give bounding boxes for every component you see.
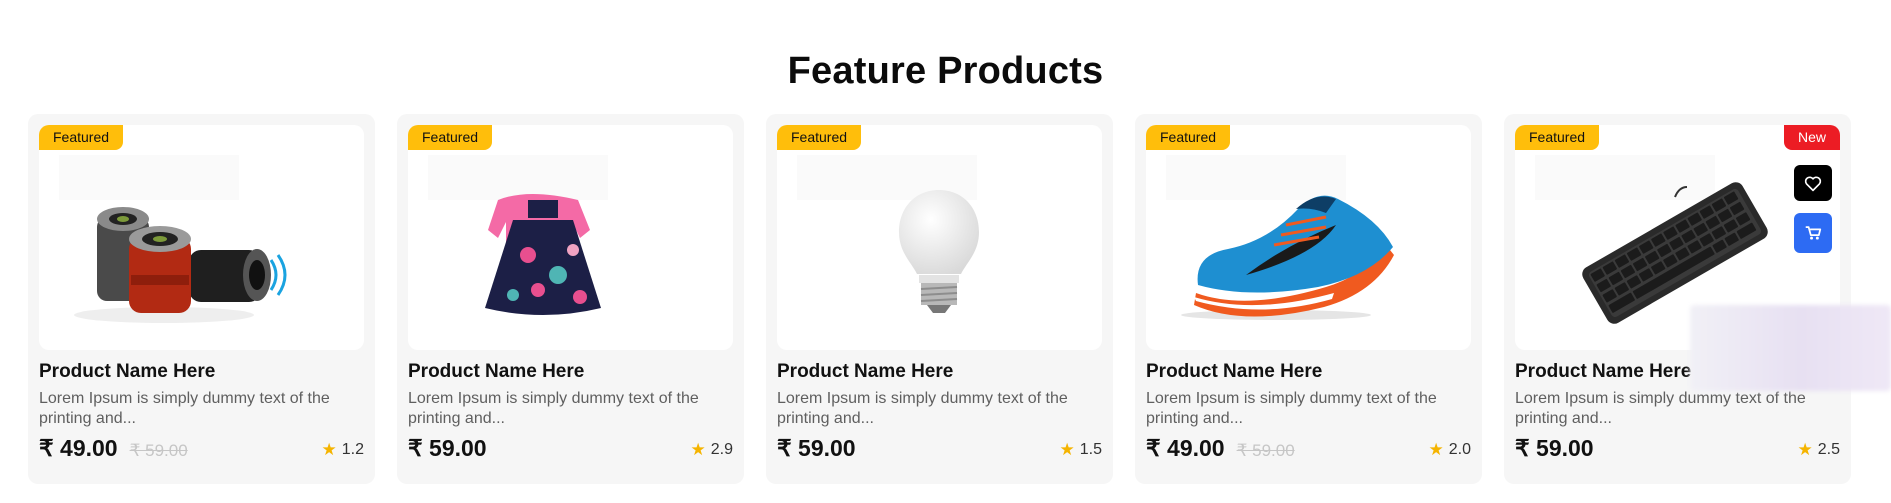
star-icon: ★ [1797,440,1813,459]
product-description: Lorem Ipsum is simply dummy text of the … [777,390,1068,427]
product-price: ₹ 59.00 [1515,435,1594,461]
product-card[interactable]: Featured New Product Name Here Lorem Ips… [1504,114,1851,484]
star-icon: ★ [1059,440,1075,459]
featured-badge: Featured [408,125,493,150]
product-rating: ★ 1.5 [1060,440,1103,460]
rating-value: 1.2 [341,441,364,458]
featured-badge: Featured [777,125,862,150]
rating-value: 2.5 [1817,441,1840,458]
star-icon: ★ [321,440,337,459]
featured-badge: Featured [1146,125,1231,150]
rating-value: 2.9 [710,441,733,458]
blurred-popup [1690,305,1891,391]
price-row: ₹ 59.00 ★ 2.9 [408,435,733,462]
product-price: ₹ 59.00 [777,435,856,461]
product-description: Lorem Ipsum is simply dummy text of the … [39,390,330,427]
product-image-container[interactable]: Featured [1146,125,1471,350]
product-name[interactable]: Product Name Here [1146,361,1471,383]
product-rating: ★ 1.2 [322,440,365,460]
product-name[interactable]: Product Name Here [777,361,1102,383]
light-bulb-image [797,155,979,313]
product-card[interactable]: Featured Product Name Here Lorem Ipsum i… [397,114,744,484]
product-description: Lorem Ipsum is simply dummy text of the … [1146,390,1437,427]
rating-value: 1.5 [1079,441,1102,458]
star-icon: ★ [690,440,706,459]
price-row: ₹ 59.00 ★ 2.5 [1515,435,1840,462]
product-old-price: ₹ 59.00 [1236,441,1295,460]
product-image-container[interactable]: Featured [39,125,364,350]
heart-icon [1804,176,1822,192]
price-row: ₹ 49.00 ₹ 59.00 ★ 2.0 [1146,435,1471,462]
product-rating: ★ 2.0 [1429,440,1472,460]
featured-badge: Featured [39,125,124,150]
product-description: Lorem Ipsum is simply dummy text of the … [408,390,699,427]
product-card[interactable]: Featured Product Name Here Lorem Ipsum i… [28,114,375,484]
product-name[interactable]: Product Name Here [39,361,364,383]
star-icon: ★ [1428,440,1444,459]
product-price: ₹ 49.00 [1146,435,1225,461]
rating-value: 2.0 [1448,441,1471,458]
running-shoe-image [1166,155,1394,320]
product-rating: ★ 2.9 [691,440,734,460]
new-badge: New [1783,125,1840,150]
section-title: Feature Products [787,50,1104,92]
product-old-price: ₹ 59.00 [129,441,188,460]
product-grid: Featured Product Name Here Lorem Ipsum i… [28,114,1851,484]
dress-image [428,155,608,315]
product-name[interactable]: Product Name Here [408,361,733,383]
add-to-cart-button[interactable] [1794,213,1832,253]
cart-icon [1805,226,1822,240]
wishlist-button[interactable] [1794,165,1832,201]
product-price: ₹ 59.00 [408,435,487,461]
featured-badge: Featured [1515,125,1600,150]
product-price: ₹ 49.00 [39,435,118,461]
price-row: ₹ 49.00 ₹ 59.00 ★ 1.2 [39,435,364,462]
speakers-image [59,155,287,323]
product-description: Lorem Ipsum is simply dummy text of the … [1515,390,1806,427]
product-image-container[interactable]: Featured [408,125,733,350]
product-rating: ★ 2.5 [1798,440,1841,460]
product-card[interactable]: Featured Product Name Here Lorem Ipsum i… [1135,114,1482,484]
price-row: ₹ 59.00 ★ 1.5 [777,435,1102,462]
product-card[interactable]: Featured Product Name Here Lorem Ipsum i… [766,114,1113,484]
product-image-container[interactable]: Featured [777,125,1102,350]
